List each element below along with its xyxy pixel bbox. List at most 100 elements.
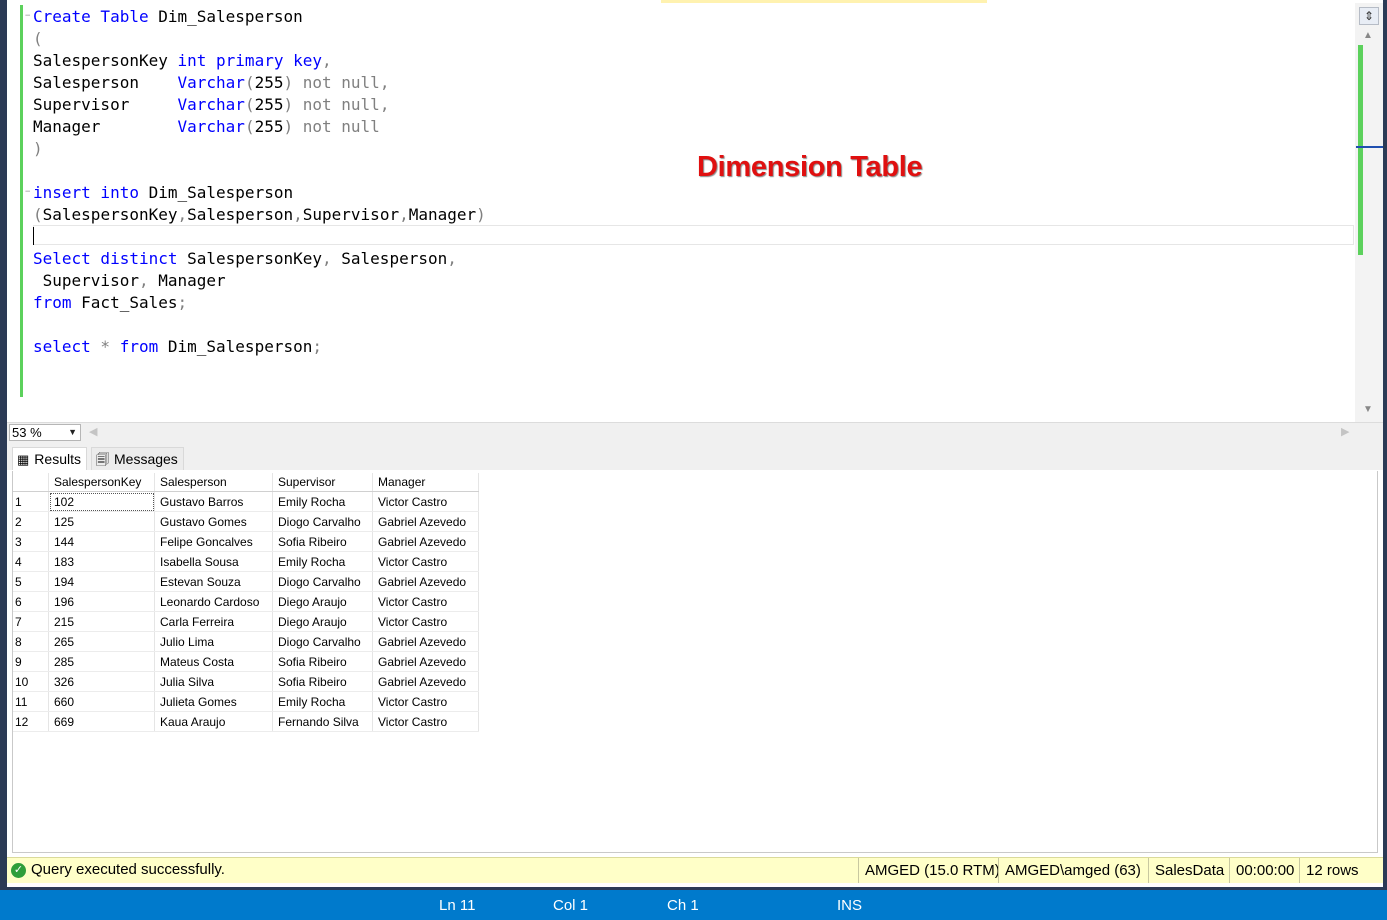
column-header[interactable]: Manager (372, 473, 479, 492)
grid-cell[interactable]: 326 (48, 671, 155, 692)
grid-cell[interactable]: Gabriel Azevedo (372, 531, 479, 552)
code-token: Dim_Salesperson (138, 183, 294, 202)
grid-cell[interactable]: 102 (48, 491, 155, 512)
collapse-icon[interactable]: − (25, 188, 33, 197)
grid-cell[interactable]: Sofia Ribeiro (272, 651, 373, 672)
scroll-down-icon[interactable]: ▼ (1363, 404, 1373, 415)
row-number-cell[interactable]: 3 (13, 531, 49, 552)
grid-cell[interactable]: Julieta Gomes (154, 691, 273, 712)
column-header[interactable]: Salesperson (154, 473, 273, 492)
grid-cell[interactable]: Kaua Araujo (154, 711, 273, 732)
row-number-cell[interactable]: 1 (13, 491, 49, 512)
collapse-icon[interactable]: − (25, 12, 33, 21)
scroll-left-icon[interactable]: ◀ (89, 425, 97, 438)
row-number-cell[interactable]: 8 (13, 631, 49, 652)
scroll-up-icon[interactable]: ▲ (1363, 30, 1373, 41)
grid-cell[interactable]: Fernando Silva (272, 711, 373, 732)
table-row[interactable]: 9 285 Mateus Costa Sofia Ribeiro Gabriel Aze… (13, 651, 479, 672)
check-icon: ✓ (11, 863, 26, 878)
grid-cell[interactable]: Diego Araujo (272, 611, 373, 632)
table-row[interactable]: 10 326 Julia Silva Sofia Ribeiro Gabriel Aze… (13, 671, 479, 692)
grid-cell[interactable]: 660 (48, 691, 155, 712)
grid-cell[interactable]: Estevan Souza (154, 571, 273, 592)
dropdown-arrow-icon[interactable]: ▼ (68, 425, 77, 440)
table-row[interactable]: 6 196 Leonardo Cardoso Diego Araujo Victor C… (13, 591, 479, 612)
code-token: ; (177, 293, 188, 312)
line-indicator: Ln 11 (439, 897, 476, 914)
grid-cell[interactable]: Carla Ferreira (154, 611, 273, 632)
row-number-header[interactable] (13, 473, 49, 492)
grid-cell[interactable]: Diogo Carvalho (272, 631, 373, 652)
grid-cell[interactable]: Mateus Costa (154, 651, 273, 672)
grid-cell[interactable]: Emily Rocha (272, 551, 373, 572)
grid-cell[interactable]: Victor Castro (372, 711, 479, 732)
grid-cell[interactable]: 144 (48, 531, 155, 552)
split-icon[interactable]: ⇕ (1359, 7, 1379, 25)
scrollbar-thumb[interactable] (1358, 45, 1363, 255)
grid-cell[interactable]: Gabriel Azevedo (372, 651, 479, 672)
scrollbar-caret-marker (1356, 146, 1383, 148)
grid-cell[interactable]: Emily Rocha (272, 491, 373, 512)
row-number-cell[interactable]: 11 (13, 691, 49, 712)
zoom-select[interactable]: 53 % ▼ (9, 424, 81, 441)
table-row[interactable]: 5 194 Estevan Souza Diogo Carvalho Gabriel A… (13, 571, 479, 592)
grid-cell[interactable]: 215 (48, 611, 155, 632)
row-number-cell[interactable]: 5 (13, 571, 49, 592)
grid-cell[interactable]: Victor Castro (372, 691, 479, 712)
grid-cell[interactable]: Sofia Ribeiro (272, 671, 373, 692)
grid-cell[interactable]: Gustavo Gomes (154, 511, 273, 532)
table-row[interactable]: 4 183 Isabella Sousa Emily Rocha Victor Cast… (13, 551, 479, 572)
column-header[interactable]: Supervisor (272, 473, 373, 492)
code-token: Select distinct (33, 249, 178, 268)
grid-cell[interactable]: Victor Castro (372, 491, 479, 512)
scroll-right-icon[interactable]: ▶ (1341, 425, 1349, 438)
grid-cell[interactable]: Gabriel Azevedo (372, 671, 479, 692)
grid-cell[interactable]: Emily Rocha (272, 691, 373, 712)
table-row[interactable]: 1 102 Gustavo Barros Emily Rocha Victor Cast… (13, 491, 479, 512)
row-number-cell[interactable]: 9 (13, 651, 49, 672)
grid-cell[interactable]: Diogo Carvalho (272, 571, 373, 592)
code-token: Fact_Sales (71, 293, 178, 312)
table-row[interactable]: 12 669 Kaua Araujo Fernando Silva Victor Cas… (13, 711, 479, 732)
grid-cell[interactable]: Julia Silva (154, 671, 273, 692)
grid-cell[interactable]: Isabella Sousa (154, 551, 273, 572)
sql-code[interactable]: Create Table Dim_Salesperson ( Salespers… (33, 6, 486, 358)
row-number-cell[interactable]: 6 (13, 591, 49, 612)
row-number-cell[interactable]: 10 (13, 671, 49, 692)
grid-cell[interactable]: Diogo Carvalho (272, 511, 373, 532)
code-token: ) not null, (283, 73, 390, 92)
row-number-cell[interactable]: 4 (13, 551, 49, 572)
row-number-cell[interactable]: 12 (13, 711, 49, 732)
grid-cell[interactable]: Victor Castro (372, 551, 479, 572)
grid-cell[interactable]: 265 (48, 631, 155, 652)
code-token: from (33, 293, 72, 312)
grid-cell[interactable]: 196 (48, 591, 155, 612)
grid-cell[interactable]: Victor Castro (372, 611, 479, 632)
grid-cell[interactable]: Gabriel Azevedo (372, 631, 479, 652)
grid-cell[interactable]: 669 (48, 711, 155, 732)
tab-results[interactable]: ▦ Results (12, 447, 87, 470)
column-header[interactable]: SalespersonKey (48, 473, 155, 492)
table-row[interactable]: 11 660 Julieta Gomes Emily Rocha Victor Cast… (13, 691, 479, 712)
grid-cell[interactable]: 194 (48, 571, 155, 592)
table-row[interactable]: 7 215 Carla Ferreira Diego Araujo Victor Cas… (13, 611, 479, 632)
grid-cell[interactable]: Victor Castro (372, 591, 479, 612)
grid-cell[interactable]: Gabriel Azevedo (372, 571, 479, 592)
grid-cell[interactable]: Julio Lima (154, 631, 273, 652)
grid-cell[interactable]: Gabriel Azevedo (372, 511, 479, 532)
grid-cell[interactable]: Felipe Goncalves (154, 531, 273, 552)
row-number-cell[interactable]: 2 (13, 511, 49, 532)
grid-cell[interactable]: Sofia Ribeiro (272, 531, 373, 552)
grid-cell[interactable]: Gustavo Barros (154, 491, 273, 512)
grid-cell[interactable]: 125 (48, 511, 155, 532)
grid-cell[interactable]: Diego Araujo (272, 591, 373, 612)
grid-cell[interactable]: 183 (48, 551, 155, 572)
table-row[interactable]: 8 265 Julio Lima Diogo Carvalho Gabriel Azev… (13, 631, 479, 652)
table-row[interactable]: 3 144 Felipe Goncalves Sofia Ribeiro Gabriel… (13, 531, 479, 552)
row-number-cell[interactable]: 7 (13, 611, 49, 632)
grid-cell[interactable]: 285 (48, 651, 155, 672)
tab-messages[interactable]: 🗐 Messages (91, 447, 184, 470)
table-row[interactable]: 2 125 Gustavo Gomes Diogo Carvalho Gabriel A… (13, 511, 479, 532)
query-editor[interactable]: − − Create Table Dim_Salesperson ( Sales… (7, 3, 1383, 422)
grid-cell[interactable]: Leonardo Cardoso (154, 591, 273, 612)
